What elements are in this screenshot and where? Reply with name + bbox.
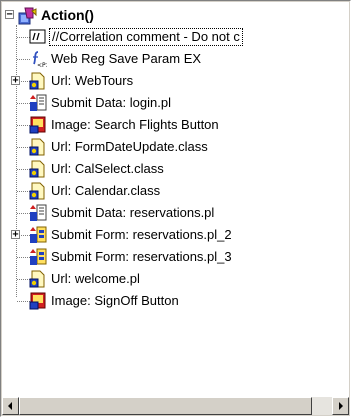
tree-root-label: Action()	[41, 7, 94, 23]
scroll-right-button[interactable]	[332, 397, 349, 415]
tree-item-label: Submit Data: login.pl	[51, 95, 171, 110]
url-step-icon	[29, 270, 47, 288]
scroll-right-arrow-icon	[339, 402, 343, 410]
tree-item-label: Url: WebTours	[51, 73, 134, 88]
tree-item[interactable]: Submit Form: reservations.pl_3	[2, 246, 349, 268]
scroll-left-button[interactable]	[2, 397, 19, 415]
tree-item-label: Submit Form: reservations.pl_2	[51, 227, 232, 242]
tree-item[interactable]: Image: Search Flights Button	[2, 114, 349, 136]
submit-form-icon	[29, 226, 47, 244]
horizontal-scrollbar[interactable]	[2, 397, 349, 415]
action-script-icon	[17, 6, 37, 25]
tree-item-label: Image: Search Flights Button	[51, 117, 219, 132]
tree-view-pane: − Action() //Correlation comment - Do no…	[0, 0, 351, 417]
tree-item[interactable]: <P> Web Reg Save Param EX	[2, 48, 349, 70]
tree-item-label: Submit Form: reservations.pl_3	[51, 249, 232, 264]
tree-root-node[interactable]: − Action()	[2, 4, 349, 26]
tree-item-label: Url: welcome.pl	[51, 271, 140, 286]
tree-item[interactable]: Url: welcome.pl	[2, 268, 349, 290]
save-param-function-icon: <P>	[29, 50, 47, 68]
tree-item[interactable]: Url: Calendar.class	[2, 180, 349, 202]
tree-item[interactable]: Url: FormDateUpdate.class	[2, 136, 349, 158]
tree-item-label: Image: SignOff Button	[51, 293, 179, 308]
tree-item-label: Url: Calendar.class	[51, 183, 161, 198]
submit-form-icon	[29, 248, 47, 266]
scroll-left-arrow-icon	[8, 402, 12, 410]
tree-item[interactable]: + Submit Form: reservations.pl_2	[2, 224, 349, 246]
svg-text:<P>: <P>	[37, 62, 47, 68]
tree-item[interactable]: Url: CalSelect.class	[2, 158, 349, 180]
image-step-icon	[29, 292, 47, 310]
tree-item-label: Url: CalSelect.class	[51, 161, 164, 176]
submit-data-icon	[29, 204, 47, 222]
tree-item[interactable]: //Correlation comment - Do not c	[2, 26, 349, 48]
script-tree: − Action() //Correlation comment - Do no…	[2, 2, 349, 397]
tree-item[interactable]: + Url: WebTours	[2, 70, 349, 92]
expand-toggle[interactable]: +	[11, 76, 20, 86]
expand-toggle[interactable]: +	[11, 230, 20, 240]
scroll-thumb[interactable]	[19, 397, 312, 415]
tree-item-label: //Correlation comment - Do not c	[49, 28, 243, 46]
url-step-icon	[29, 138, 47, 156]
tree-item-label: Submit Data: reservations.pl	[51, 205, 215, 220]
url-step-icon	[29, 160, 47, 178]
tree-item[interactable]: Submit Data: reservations.pl	[2, 202, 349, 224]
image-step-icon	[29, 116, 47, 134]
tree-item-label: Url: FormDateUpdate.class	[51, 139, 208, 154]
collapse-toggle[interactable]: −	[5, 10, 14, 20]
tree-item[interactable]: Image: SignOff Button	[2, 290, 349, 312]
url-step-icon	[29, 182, 47, 200]
submit-data-icon	[29, 94, 47, 112]
comment-icon	[29, 28, 47, 46]
tree-item[interactable]: Submit Data: login.pl	[2, 92, 349, 114]
url-step-icon	[29, 72, 47, 90]
tree-item-label: Web Reg Save Param EX	[51, 51, 202, 66]
